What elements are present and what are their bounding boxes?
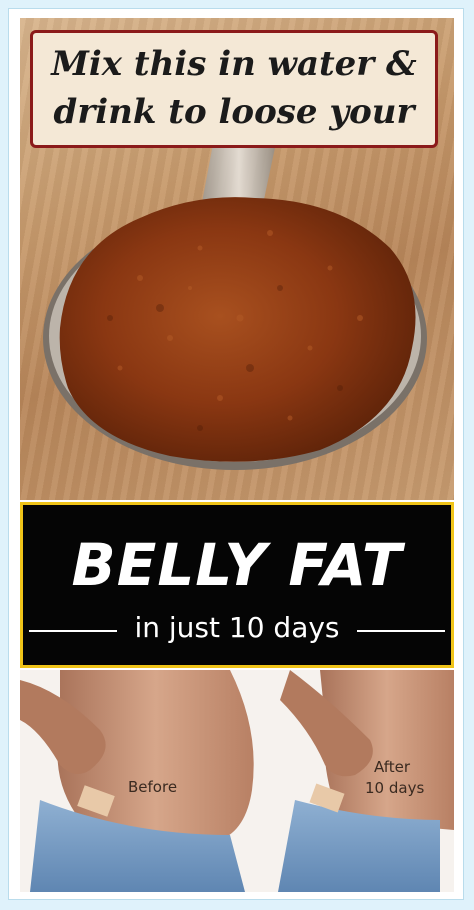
headline-box: Mix this in water & drink to loose your <box>30 30 438 148</box>
divider-right <box>357 630 445 632</box>
banner-subtitle-row: in just 10 days <box>23 609 451 649</box>
headline-line-2: drink to loose your <box>53 92 415 132</box>
headline-line-1: Mix this in water & <box>51 44 417 84</box>
after-label-line-1: After <box>374 758 411 776</box>
belly-fat-banner: BELLY FAT in just 10 days <box>20 502 454 668</box>
cinnamon-spoon-photo: Mix this in water & drink to loose your <box>20 18 454 500</box>
before-label: Before <box>128 778 178 796</box>
banner-subtitle: in just 10 days <box>134 611 340 644</box>
banner-title: BELLY FAT <box>71 531 403 599</box>
before-after-photo: Before After 10 days <box>20 670 454 892</box>
after-label-line-2: 10 days <box>365 779 425 797</box>
cinnamon-powder <box>59 197 416 462</box>
